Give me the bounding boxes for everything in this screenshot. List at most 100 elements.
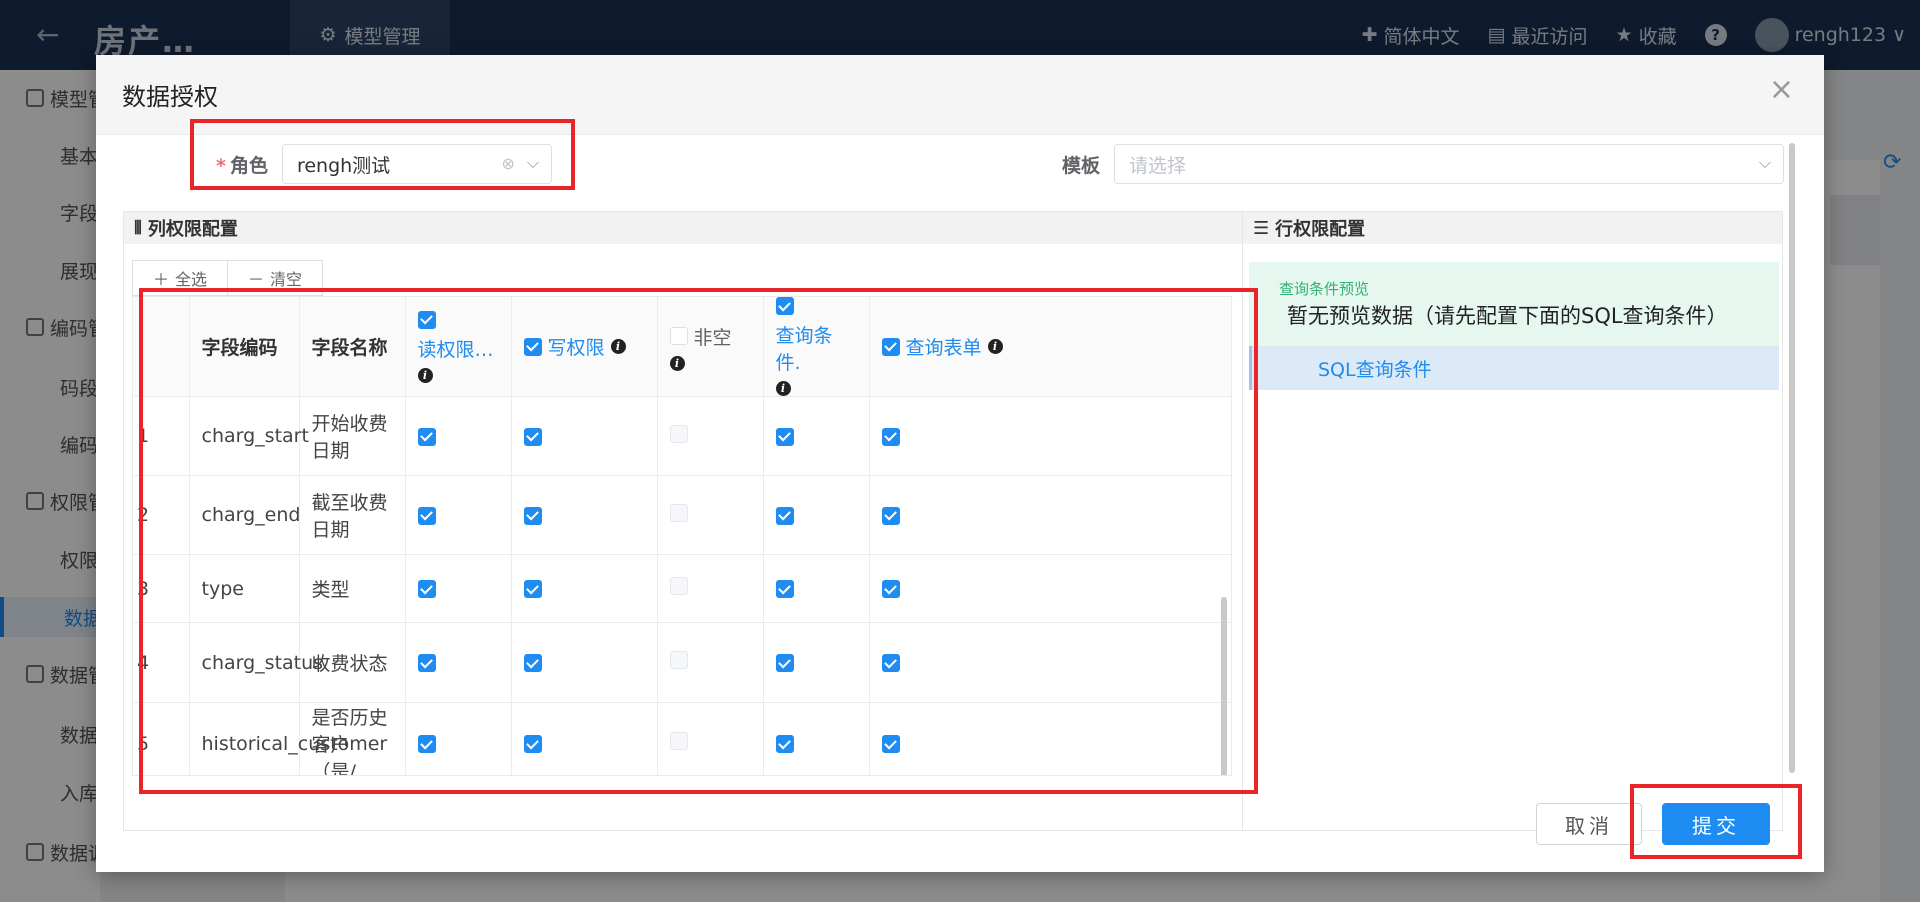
not-null-all-checkbox[interactable] bbox=[669, 327, 688, 345]
select-all-label: 全选 bbox=[175, 270, 208, 289]
query-cond-checkbox[interactable] bbox=[775, 654, 794, 672]
table-row: 3 type 类型 bbox=[133, 554, 1231, 623]
list-icon: ☰ bbox=[1253, 217, 1270, 239]
dialog-header: 数据授权 × bbox=[96, 55, 1824, 135]
not-null-cell bbox=[657, 396, 764, 476]
read-all-checkbox[interactable] bbox=[417, 310, 436, 329]
cancel-button[interactable]: 取消 bbox=[1536, 803, 1642, 845]
write-all-checkbox[interactable] bbox=[523, 337, 542, 356]
preview-label: 查询条件预览 bbox=[1279, 280, 1370, 298]
query-form-cell bbox=[869, 475, 1231, 555]
query-cond-checkbox[interactable] bbox=[775, 735, 794, 753]
close-icon[interactable]: × bbox=[1769, 75, 1794, 105]
query-condition-all-checkbox[interactable] bbox=[775, 297, 794, 315]
role-select-value: rengh测试 bbox=[296, 154, 391, 177]
query-cond-cell bbox=[763, 622, 870, 703]
query-form-cell bbox=[869, 702, 1231, 775]
query-cond-checkbox[interactable] bbox=[775, 580, 794, 598]
template-label: 模板 bbox=[1062, 154, 1101, 177]
write-cell bbox=[511, 622, 658, 703]
query-form-checkbox[interactable] bbox=[881, 506, 900, 525]
dialog-title: 数据授权 bbox=[122, 83, 218, 111]
row-permission-panel: ☰ 行权限配置 查询条件预览 暂无预览数据（请先配置下面的SQL查询条件） SQ… bbox=[1243, 211, 1783, 831]
query-form-all-checkbox[interactable] bbox=[881, 337, 900, 356]
role-select[interactable]: rengh测试 ⊗ ⌵ bbox=[281, 144, 552, 184]
query-cond-checkbox[interactable] bbox=[775, 506, 794, 525]
write-checkbox[interactable] bbox=[523, 654, 542, 672]
clear-label: 清空 bbox=[270, 270, 303, 289]
query-cond-checkbox[interactable] bbox=[775, 427, 794, 446]
table-row: 2 charg_end 截至收费日期 bbox=[133, 475, 1231, 555]
clear-button[interactable]: － 清空 bbox=[228, 260, 324, 296]
write-checkbox[interactable] bbox=[523, 580, 542, 598]
column-permission-panel: ⦀ 列权限配置 ＋ 全选 － 清空 字段编码 字段名称 读权限… i 写权限 i… bbox=[123, 211, 1243, 831]
table-row: 5 historical_customer 是否历史客户（是/ bbox=[133, 702, 1231, 775]
field-code-cell: charg_start bbox=[189, 396, 309, 476]
columns-icon: ⦀ bbox=[134, 217, 142, 239]
info-icon[interactable]: i bbox=[987, 339, 1003, 354]
query-form-checkbox[interactable] bbox=[881, 735, 900, 753]
query-cond-cell bbox=[763, 554, 870, 623]
not-null-checkbox bbox=[669, 651, 688, 669]
field-name-cell: 截至收费日期 bbox=[299, 475, 406, 555]
template-select[interactable]: 请选择 ⌵ bbox=[1114, 144, 1785, 184]
not-null-checkbox bbox=[669, 424, 688, 443]
not-null-cell bbox=[657, 475, 764, 555]
field-code-cell: charg_status bbox=[189, 622, 323, 703]
role-field: * 角色 rengh测试 ⊗ ⌵ bbox=[216, 143, 552, 185]
select-all-button[interactable]: ＋ 全选 bbox=[132, 260, 229, 296]
column-actions: ＋ 全选 － 清空 bbox=[132, 260, 324, 296]
query-form-cell bbox=[869, 554, 1231, 623]
query-form-header: 查询表单 i bbox=[869, 297, 1231, 397]
field-name-cell: 收费状态 bbox=[299, 622, 406, 703]
row-index: 4 bbox=[133, 622, 190, 703]
minus-icon: － bbox=[248, 270, 265, 289]
query-condition-header-label: 查询条件. bbox=[775, 325, 833, 374]
chevron-down-icon: ⌵ bbox=[1758, 153, 1772, 172]
sql-condition-item[interactable]: SQL查询条件 bbox=[1249, 346, 1779, 390]
read-cell bbox=[405, 622, 512, 703]
field-code-header: 字段编码 bbox=[189, 297, 300, 397]
query-form-header-label: 查询表单 bbox=[905, 337, 982, 359]
write-cell bbox=[511, 554, 658, 623]
clear-circle-icon[interactable]: ⊗ bbox=[502, 154, 515, 173]
not-null-checkbox bbox=[669, 732, 688, 750]
not-null-cell bbox=[657, 702, 764, 775]
read-checkbox[interactable] bbox=[417, 427, 436, 446]
query-form-checkbox[interactable] bbox=[881, 580, 900, 598]
read-checkbox[interactable] bbox=[417, 506, 436, 525]
field-code-cell: charg_end bbox=[189, 475, 300, 555]
read-checkbox[interactable] bbox=[417, 735, 436, 753]
query-form-checkbox[interactable] bbox=[881, 427, 900, 446]
read-cell bbox=[405, 475, 512, 555]
info-icon[interactable]: i bbox=[669, 355, 685, 371]
read-header-label: 读权限… bbox=[417, 338, 494, 361]
chevron-down-icon: ⌵ bbox=[526, 153, 539, 172]
table-scrollbar[interactable] bbox=[1221, 597, 1227, 775]
dialog-scrollbar[interactable] bbox=[1789, 143, 1795, 773]
info-icon[interactable]: i bbox=[775, 381, 791, 396]
read-checkbox[interactable] bbox=[417, 654, 436, 672]
index-header bbox=[133, 297, 190, 397]
row-index: 2 bbox=[133, 475, 190, 555]
write-checkbox[interactable] bbox=[523, 735, 542, 753]
query-form-cell bbox=[869, 622, 1231, 703]
field-name-cell: 开始收费日期 bbox=[299, 396, 406, 476]
not-null-cell bbox=[657, 554, 764, 623]
data-authorization-dialog: 数据授权 × * 角色 rengh测试 ⊗ ⌵ 模板 请选择 ⌵ ⦀ 列权限配置 … bbox=[96, 55, 1824, 872]
write-checkbox[interactable] bbox=[523, 427, 542, 446]
info-icon[interactable]: i bbox=[417, 367, 433, 383]
field-name-cell: 类型 bbox=[299, 554, 406, 623]
write-checkbox[interactable] bbox=[523, 506, 542, 525]
write-cell bbox=[511, 702, 658, 775]
role-label: * 角色 bbox=[216, 151, 268, 178]
template-field: 模板 请选择 ⌵ bbox=[1062, 143, 1785, 185]
row-index: 5 bbox=[133, 702, 190, 775]
submit-button[interactable]: 提交 bbox=[1662, 803, 1770, 845]
info-icon[interactable]: i bbox=[610, 339, 626, 354]
query-form-checkbox[interactable] bbox=[881, 654, 900, 672]
read-cell bbox=[405, 396, 512, 476]
field-name-header: 字段名称 bbox=[299, 297, 406, 397]
read-checkbox[interactable] bbox=[417, 580, 436, 598]
not-null-header: 非空 i bbox=[657, 297, 764, 397]
